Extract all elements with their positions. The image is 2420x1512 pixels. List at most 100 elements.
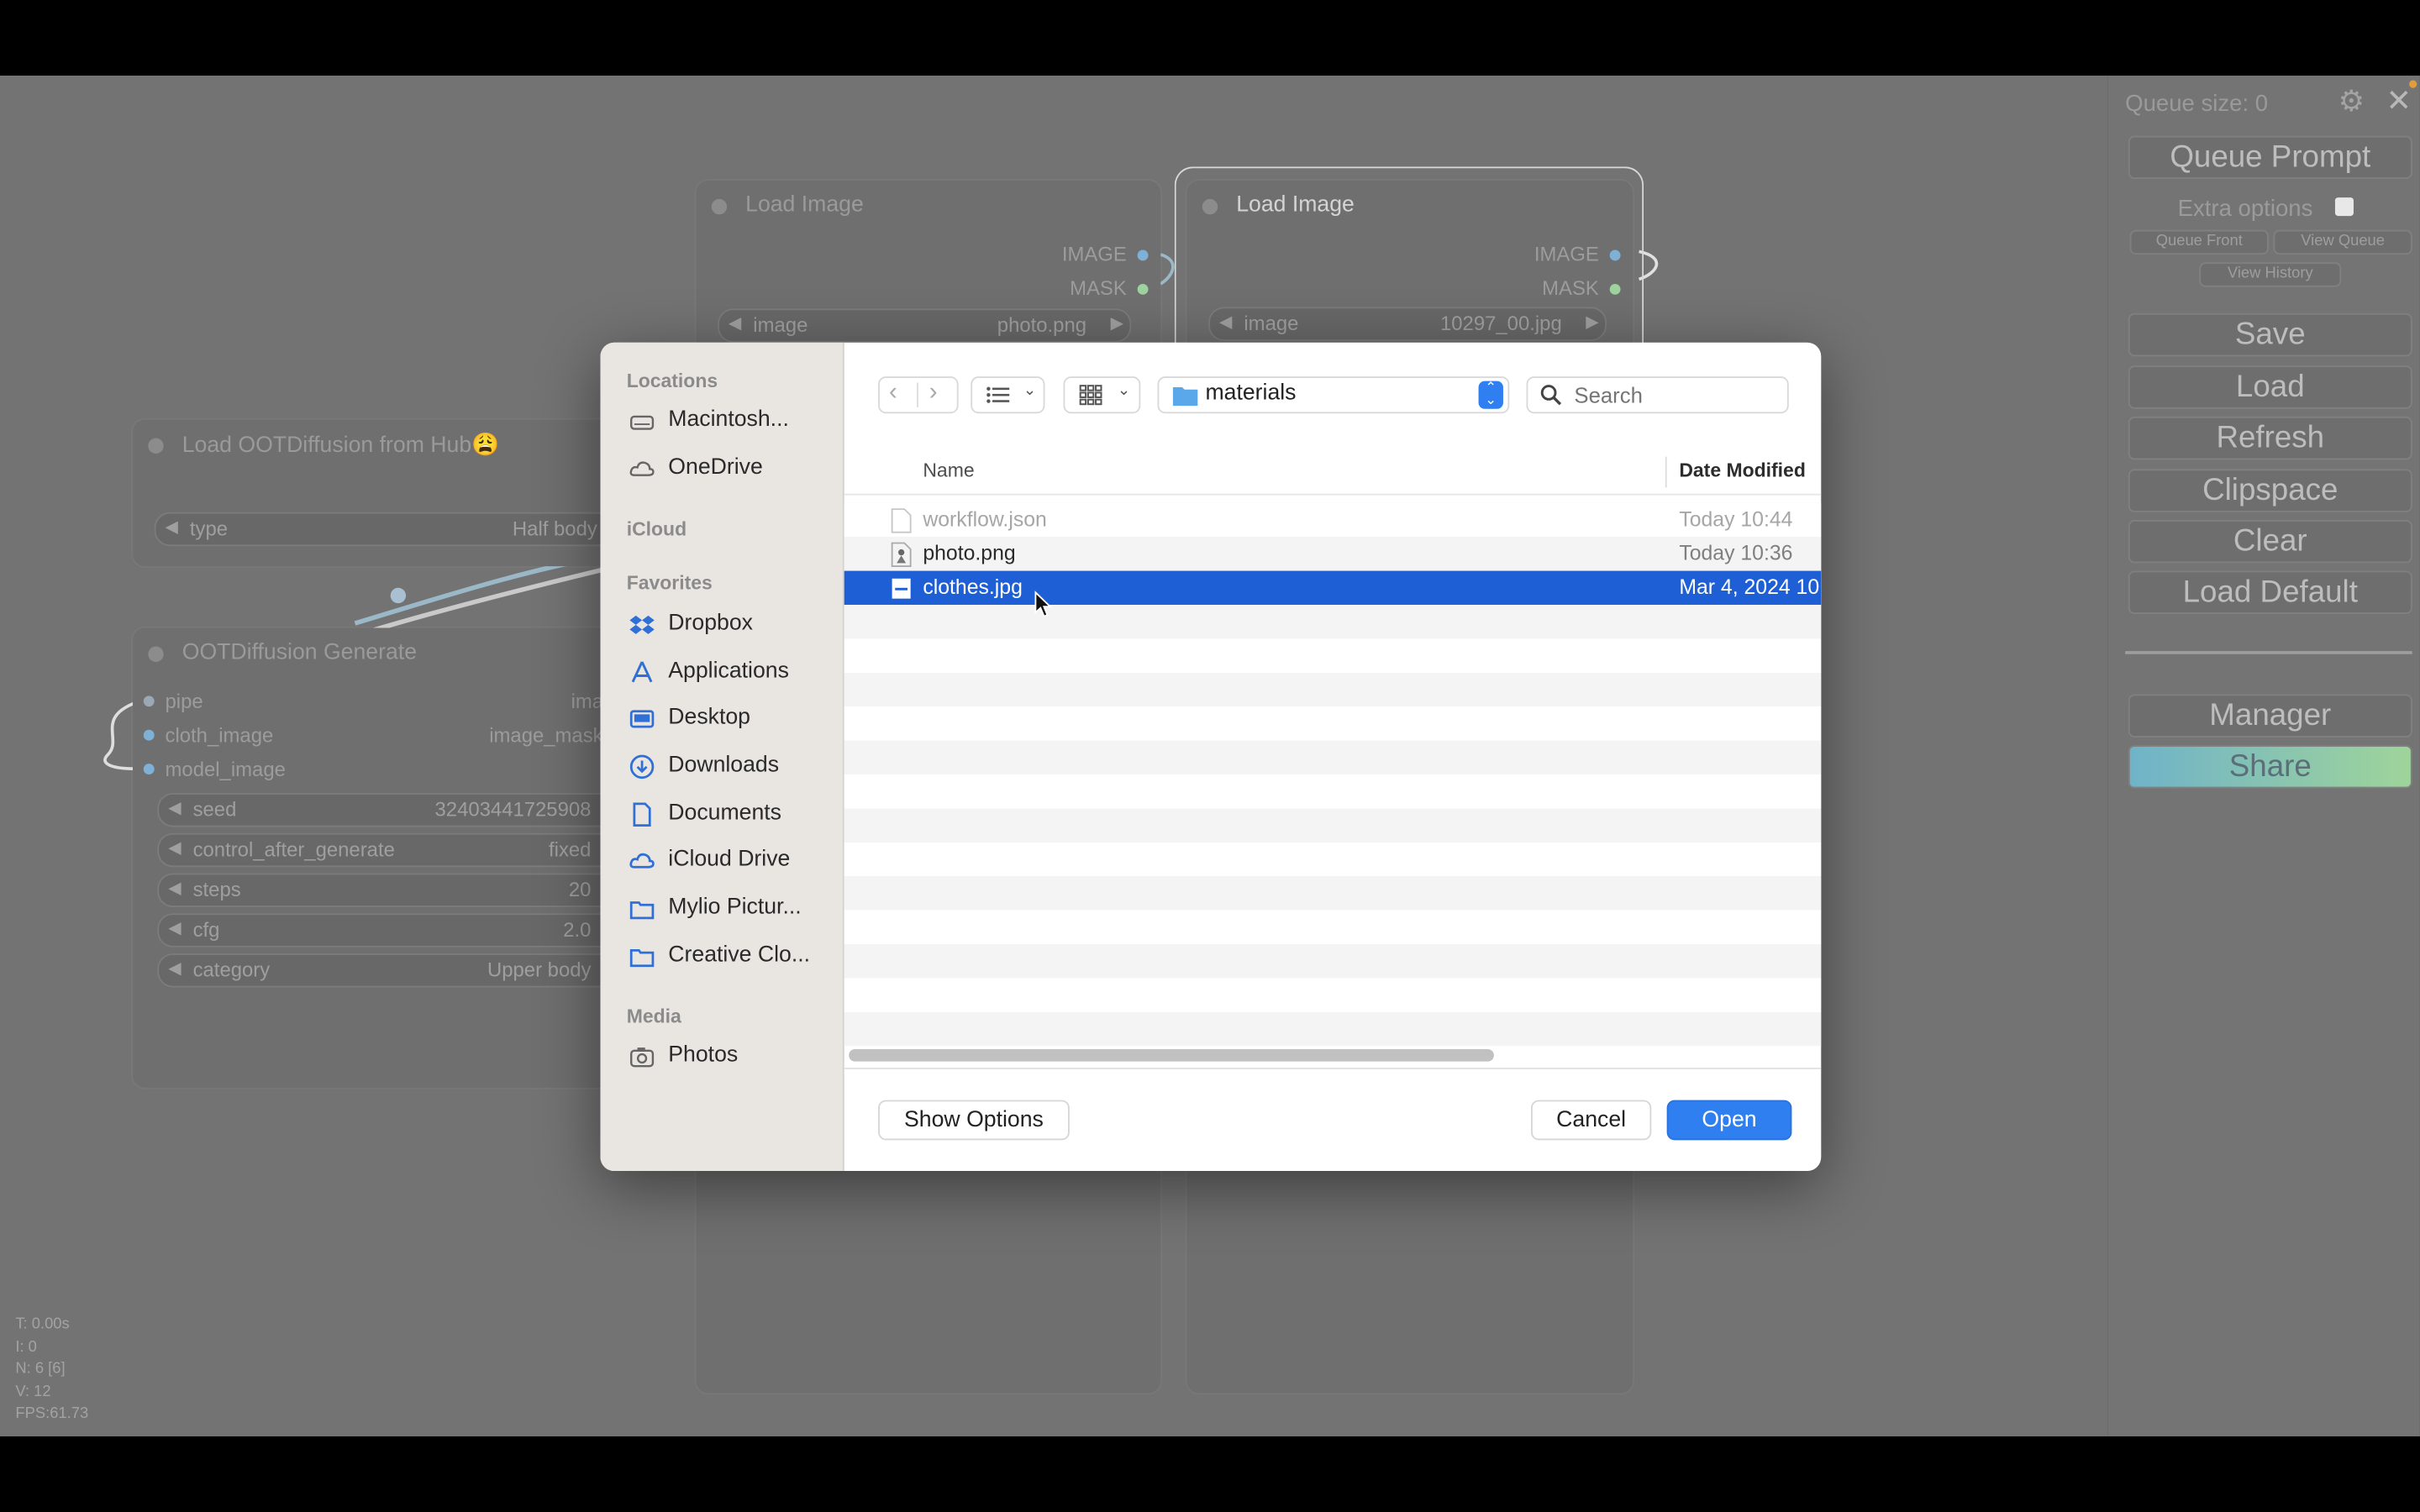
sidebar-item-applications[interactable]: Applications [629, 656, 837, 690]
forward-button[interactable]: › [929, 380, 938, 407]
sidebar-item-onedrive[interactable]: OneDrive [629, 452, 837, 486]
folder-popup-button[interactable]: materials ⌃ ⌄ [1157, 376, 1510, 414]
stat-time: T: 0.00s [15, 1315, 70, 1333]
node-collapse-dot[interactable] [148, 646, 164, 662]
ootdiffusion-generate-node[interactable]: OOTDiffusion Generate pipe cloth_image m… [132, 627, 627, 1088]
sidebar-item-desktop[interactable]: Desktop [629, 702, 837, 736]
sidebar-item-label: OneDrive [668, 454, 763, 480]
sidebar-item-documents[interactable]: Documents [629, 798, 837, 832]
list-view-icon [986, 386, 1010, 403]
seed-widget[interactable]: ◀ seed 32403441725908 [157, 793, 621, 827]
sidebar-item-mylio[interactable]: Mylio Pictur... [629, 892, 837, 926]
sidebar-item-label: Desktop [668, 705, 751, 730]
file-name: photo.png [923, 541, 1016, 565]
arrow-left-icon[interactable]: ◀ [166, 517, 179, 537]
output-image-socket[interactable] [1137, 249, 1149, 261]
icloud-header: iCloud [626, 518, 687, 540]
category-widget[interactable]: ◀ category Upper body [157, 953, 621, 988]
clear-button[interactable]: Clear [2128, 519, 2412, 564]
open-button[interactable]: Open [1666, 1100, 1792, 1141]
input-model-image-label: model_image [165, 757, 286, 781]
widget-value: photo.png [997, 312, 1087, 337]
clipspace-button[interactable]: Clipspace [2128, 469, 2412, 512]
folder-icon [629, 949, 655, 968]
load-ootdiffusion-hub-node[interactable]: Load OOTDiffusion from Hub😩 ◀ type Half … [132, 419, 627, 567]
sidebar-item-macintosh[interactable]: Macintosh... [629, 404, 837, 438]
sidebar-item-label: Dropbox [668, 611, 753, 636]
horizontal-scrollbar[interactable] [849, 1048, 1494, 1062]
sidebar-item-photos[interactable]: Photos [629, 1040, 837, 1074]
arrow-left-icon[interactable]: ◀ [168, 918, 182, 938]
stat-vertices: V: 12 [15, 1383, 51, 1400]
file-row-workflow[interactable]: workflow.json Today 10:44 [844, 503, 1822, 537]
sidebar-item-label: Macintosh... [668, 407, 789, 433]
close-icon[interactable]: ✕ [2386, 81, 2412, 120]
file-date: Mar 4, 2024 10 [1679, 575, 1820, 599]
date-modified-column-header[interactable]: Date Modified [1679, 459, 1806, 481]
widget-label: image [753, 312, 808, 337]
file-date: Today 10:36 [1679, 541, 1793, 565]
load-default-button[interactable]: Load Default [2128, 570, 2412, 615]
widget-value: 32403441725908 [434, 797, 592, 822]
arrow-left-icon[interactable]: ◀ [168, 878, 182, 898]
queue-front-button[interactable]: Queue Front [2129, 229, 2269, 255]
search-input[interactable] [1570, 381, 1778, 409]
queue-prompt-button[interactable]: Queue Prompt [2128, 135, 2412, 180]
cancel-button[interactable]: Cancel [1531, 1100, 1652, 1141]
control-after-generate-widget[interactable]: ◀ control_after_generate fixed [157, 832, 621, 868]
arrow-left-icon[interactable]: ◀ [168, 958, 182, 978]
load-button[interactable]: Load [2128, 365, 2412, 409]
file-row-clothes-selected[interactable]: clothes.jpg Mar 4, 2024 10 [844, 570, 1822, 605]
refresh-button[interactable]: Refresh [2128, 416, 2412, 460]
output-mask-socket[interactable] [1137, 283, 1149, 295]
arrow-left-icon[interactable]: ◀ [168, 798, 182, 817]
view-queue-button[interactable]: View Queue [2273, 229, 2412, 255]
hard-drive-icon [630, 415, 655, 430]
image-combo-widget[interactable]: ◀ image photo.png ▶ [718, 308, 1132, 343]
node-collapse-dot[interactable] [711, 198, 728, 215]
mouse-cursor-icon [1034, 591, 1053, 617]
stat-nodes: N: 6 [6] [15, 1360, 66, 1378]
cfg-widget[interactable]: ◀ cfg 2.0 [157, 913, 621, 948]
name-column-header[interactable]: Name [923, 459, 974, 481]
sidebar-item-label: iCloud Drive [668, 847, 791, 872]
gear-icon[interactable]: ⚙ [2338, 85, 2365, 120]
chevron-down-icon: ⌄ [1023, 382, 1037, 400]
share-button[interactable]: Share [2128, 745, 2412, 789]
canvas-stats: T: 0.00s I: 0 N: 6 [6] V: 12 FPS:61.73 [15, 1315, 88, 1426]
extra-options-label: Extra options [2177, 196, 2313, 223]
extra-options-checkbox[interactable] [2334, 197, 2354, 217]
sidebar-item-icloud-drive[interactable]: iCloud Drive [629, 844, 837, 878]
sidebar-item-downloads[interactable]: Downloads [629, 750, 837, 784]
arrow-left-icon[interactable]: ◀ [168, 837, 182, 858]
arrow-left-icon[interactable]: ◀ [729, 313, 742, 333]
arrow-right-icon[interactable]: ▶ [1111, 313, 1124, 333]
input-model-image-socket[interactable] [143, 764, 155, 775]
locations-header: Locations [626, 370, 718, 392]
download-icon [629, 754, 655, 780]
sidebar-item-creative-cloud[interactable]: Creative Clo... [629, 940, 837, 974]
document-icon [633, 802, 651, 827]
save-button[interactable]: Save [2128, 312, 2412, 357]
node-title: Load Image [745, 192, 864, 218]
show-options-button[interactable]: Show Options [878, 1100, 1070, 1141]
output-image-mask-label: image_mask [489, 723, 603, 747]
node-collapse-dot[interactable] [148, 438, 164, 454]
widget-value: 20 [568, 878, 592, 901]
view-history-button[interactable]: View History [2199, 262, 2342, 287]
output-image-label: ima [571, 690, 604, 713]
input-cloth-image-socket[interactable] [143, 729, 155, 741]
list-view-button[interactable]: ⌄ [971, 376, 1045, 414]
manager-button[interactable]: Manager [2128, 694, 2412, 738]
input-pipe-socket[interactable] [143, 696, 155, 707]
image-file-icon [891, 542, 912, 567]
grid-view-button[interactable]: ⌄ [1063, 376, 1141, 414]
back-button[interactable]: ‹ [889, 380, 897, 407]
steps-widget[interactable]: ◀ steps 20 [157, 873, 621, 907]
back-forward-buttons: ‹ › [878, 376, 959, 414]
node-title: OOTDiffusion Generate [182, 640, 418, 665]
open-file-dialog: Locations Macintosh... OneDrive iCloud F… [600, 342, 1822, 1172]
file-row-photo[interactable]: photo.png Today 10:36 [844, 537, 1822, 570]
type-combo-widget[interactable]: ◀ type Half body [154, 512, 621, 547]
sidebar-item-dropbox[interactable]: Dropbox [629, 608, 837, 642]
